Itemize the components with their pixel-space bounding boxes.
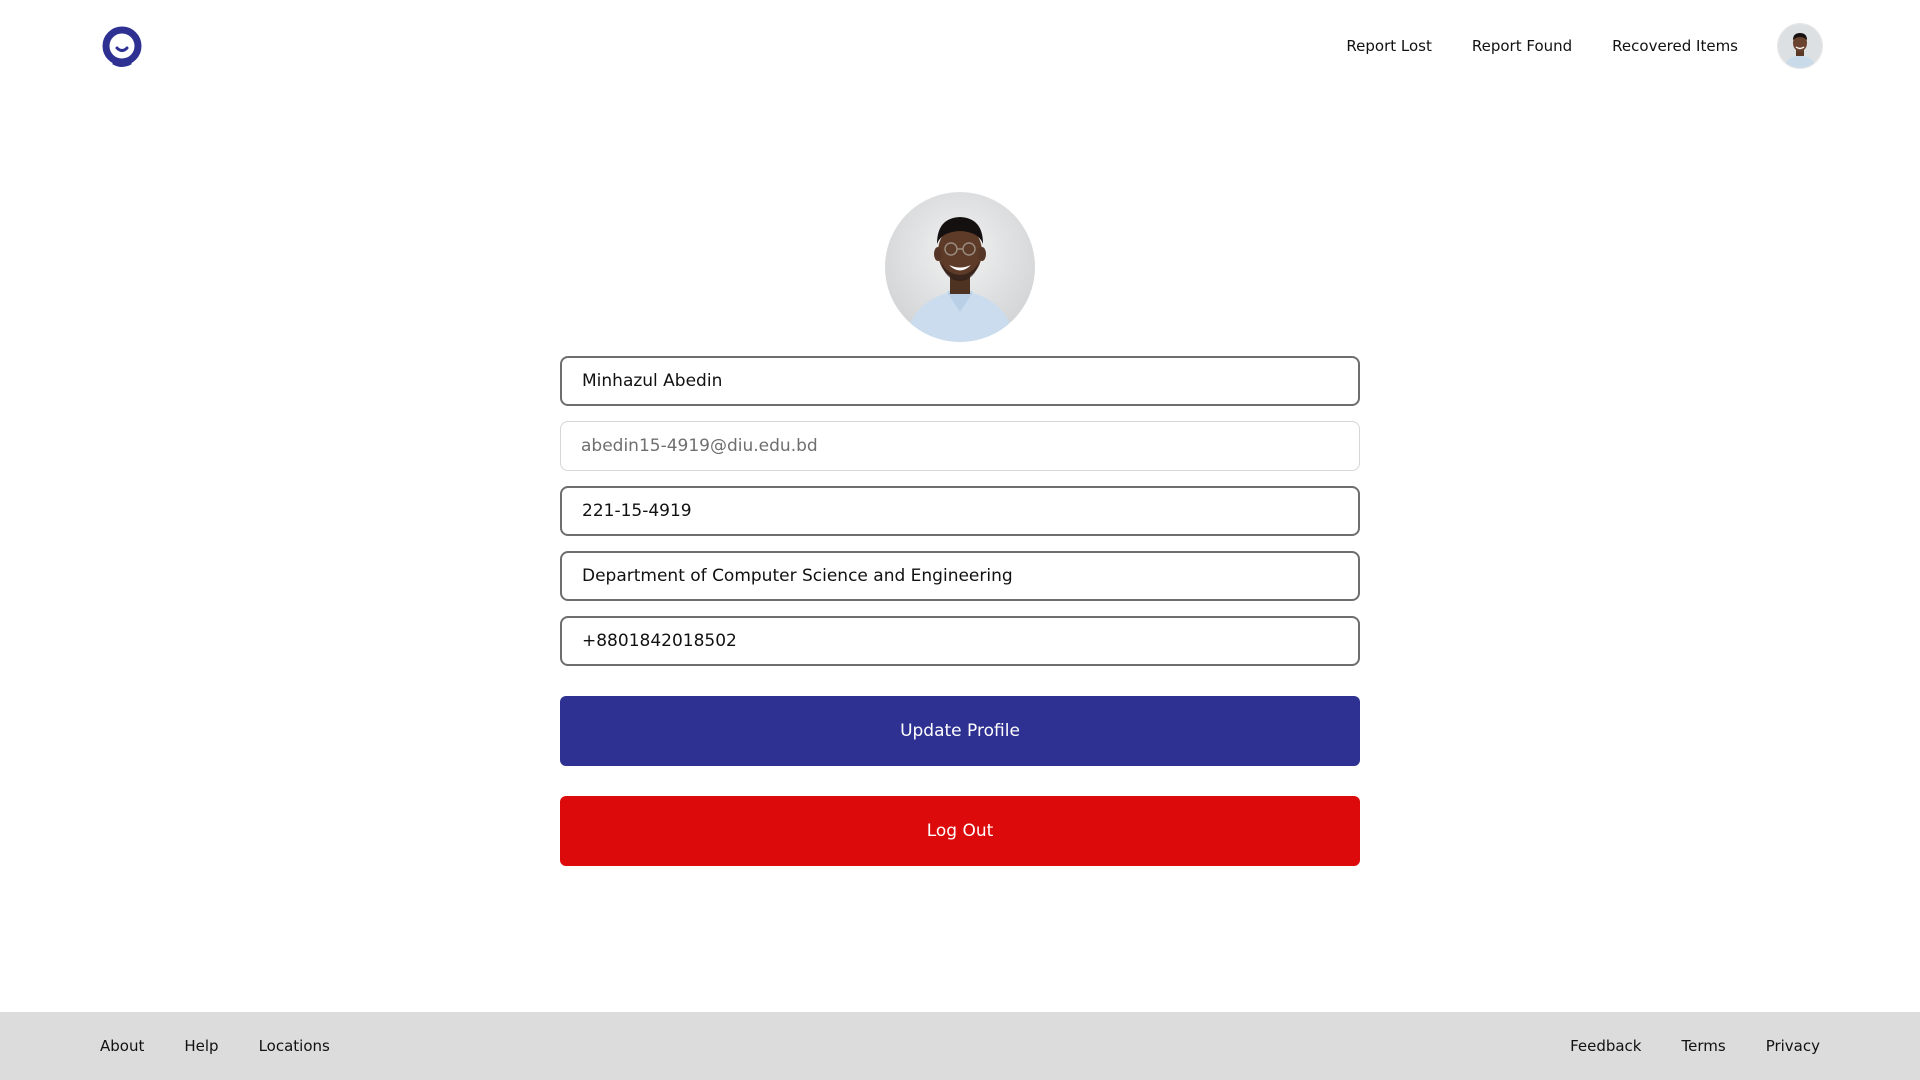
name-field[interactable] (560, 356, 1360, 406)
top-header: Report Lost Report Found Recovered Items (0, 0, 1920, 92)
footer-link-feedback[interactable]: Feedback (1570, 1037, 1641, 1055)
profile-photo[interactable] (885, 192, 1035, 342)
update-profile-button[interactable]: Update Profile (560, 696, 1360, 766)
phone-field[interactable] (560, 616, 1360, 666)
log-out-button[interactable]: Log Out (560, 796, 1360, 866)
student-id-field[interactable] (560, 486, 1360, 536)
nav-report-found[interactable]: Report Found (1472, 37, 1572, 55)
logo-icon[interactable] (98, 24, 146, 72)
nav-report-lost[interactable]: Report Lost (1346, 37, 1431, 55)
main-nav: Report Lost Report Found Recovered Items (1346, 24, 1822, 68)
footer-left-links: About Help Locations (100, 1012, 370, 1080)
user-avatar[interactable] (1778, 24, 1822, 68)
footer-link-help[interactable]: Help (184, 1037, 218, 1055)
footer-right-links: Feedback Terms Privacy (1530, 1012, 1820, 1080)
email-field[interactable] (560, 421, 1360, 471)
footer-link-terms[interactable]: Terms (1682, 1037, 1726, 1055)
footer-link-locations[interactable]: Locations (259, 1037, 330, 1055)
footer: About Help Locations Feedback Terms Priv… (0, 1012, 1920, 1080)
nav-recovered-items[interactable]: Recovered Items (1612, 37, 1738, 55)
footer-link-about[interactable]: About (100, 1037, 144, 1055)
department-field[interactable] (560, 551, 1360, 601)
footer-link-privacy[interactable]: Privacy (1766, 1037, 1820, 1055)
